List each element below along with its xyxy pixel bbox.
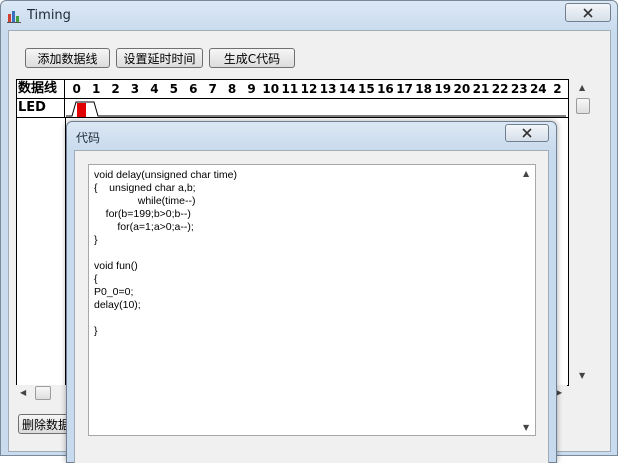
tick-label: 0 bbox=[72, 82, 81, 96]
scroll-down-icon[interactable]: ▼ bbox=[579, 371, 585, 380]
tick-label: 6 bbox=[189, 82, 198, 96]
tick-label: 20 bbox=[453, 82, 471, 96]
tick-label: 12 bbox=[300, 82, 318, 96]
led-waveform[interactable] bbox=[66, 99, 566, 117]
code-vertical-scrollbar[interactable]: ▲ ▼ bbox=[519, 165, 535, 435]
dialog-client-area: void delay(unsigned char time) { unsigne… bbox=[74, 150, 549, 463]
close-icon bbox=[583, 7, 593, 18]
tick-labels: 0 1 2 3 4 5 6 7 8 9 10 11 12 13 14 15 16 17 18 19 20 21 22 23 24… bbox=[67, 80, 567, 98]
tick-label: 2 bbox=[111, 82, 120, 96]
tick-label: 1 bbox=[91, 82, 101, 96]
tick-label: 22 bbox=[491, 82, 509, 96]
add-line-button[interactable]: 添加数据线 bbox=[25, 48, 110, 68]
code-scroll-down-icon[interactable]: ▼ bbox=[523, 423, 529, 432]
tick-label: 14 bbox=[338, 82, 356, 96]
tick-label: 2 bbox=[553, 82, 562, 96]
tick-label: 16 bbox=[377, 82, 394, 96]
row-name-column bbox=[17, 118, 66, 385]
tick-label: 24 bbox=[529, 82, 547, 96]
tick-label: 21 bbox=[472, 82, 490, 96]
data-line-header: 数据线 bbox=[17, 80, 65, 98]
tick-label: 8 bbox=[227, 82, 237, 96]
dialog-title: 代码 bbox=[76, 131, 101, 145]
scroll-left-icon[interactable]: ◀ bbox=[20, 388, 26, 397]
dialog-close-button[interactable] bbox=[505, 124, 549, 142]
tick-label: 10 bbox=[262, 82, 280, 96]
signal-row[interactable]: LED bbox=[17, 99, 568, 118]
horizontal-scroll-thumb[interactable] bbox=[35, 386, 51, 400]
code-textarea[interactable]: void delay(unsigned char time) { unsigne… bbox=[88, 164, 536, 436]
scroll-up-icon[interactable]: ▲ bbox=[579, 83, 585, 92]
set-delay-button[interactable]: 设置延时时间 bbox=[116, 48, 203, 68]
tick-label: 5 bbox=[169, 82, 178, 96]
tick-header-row: 数据线 0 1 2 3 4 5 6 7 8 9 10 11 12 13 14 15 16 17 18 19 20 21 22… bbox=[17, 80, 568, 99]
close-button[interactable] bbox=[565, 3, 611, 22]
grid-vertical-scrollbar[interactable]: ▲ ▼ bbox=[575, 79, 591, 384]
signal-row-label: LED bbox=[17, 99, 65, 117]
generate-c-code-button[interactable]: 生成C代码 bbox=[209, 48, 295, 68]
code-scroll-up-icon[interactable]: ▲ bbox=[523, 169, 529, 178]
led-pulse-marker[interactable] bbox=[77, 103, 86, 117]
code-text[interactable]: void delay(unsigned char time) { unsigne… bbox=[94, 169, 237, 338]
tick-label: 17 bbox=[396, 82, 413, 96]
app-icon bbox=[7, 11, 21, 23]
tick-label: 23 bbox=[510, 82, 528, 96]
close-icon bbox=[522, 128, 532, 138]
tick-label: 9 bbox=[247, 82, 256, 96]
window-title: Timing bbox=[27, 8, 71, 23]
code-dialog: 代码 void delay(unsigned char time) { unsi… bbox=[66, 121, 557, 463]
vertical-scroll-thumb[interactable] bbox=[576, 98, 590, 114]
tick-label: 4 bbox=[150, 82, 159, 96]
tick-label: 19 bbox=[434, 82, 452, 96]
tick-label: 3 bbox=[130, 82, 140, 96]
tick-label: 18 bbox=[415, 82, 432, 96]
tick-label: 13 bbox=[319, 82, 337, 96]
title-bar: Timing bbox=[1, 1, 617, 31]
tick-label: 7 bbox=[208, 82, 217, 96]
tick-label: 11 bbox=[281, 82, 299, 96]
tick-label: 15 bbox=[357, 82, 375, 96]
